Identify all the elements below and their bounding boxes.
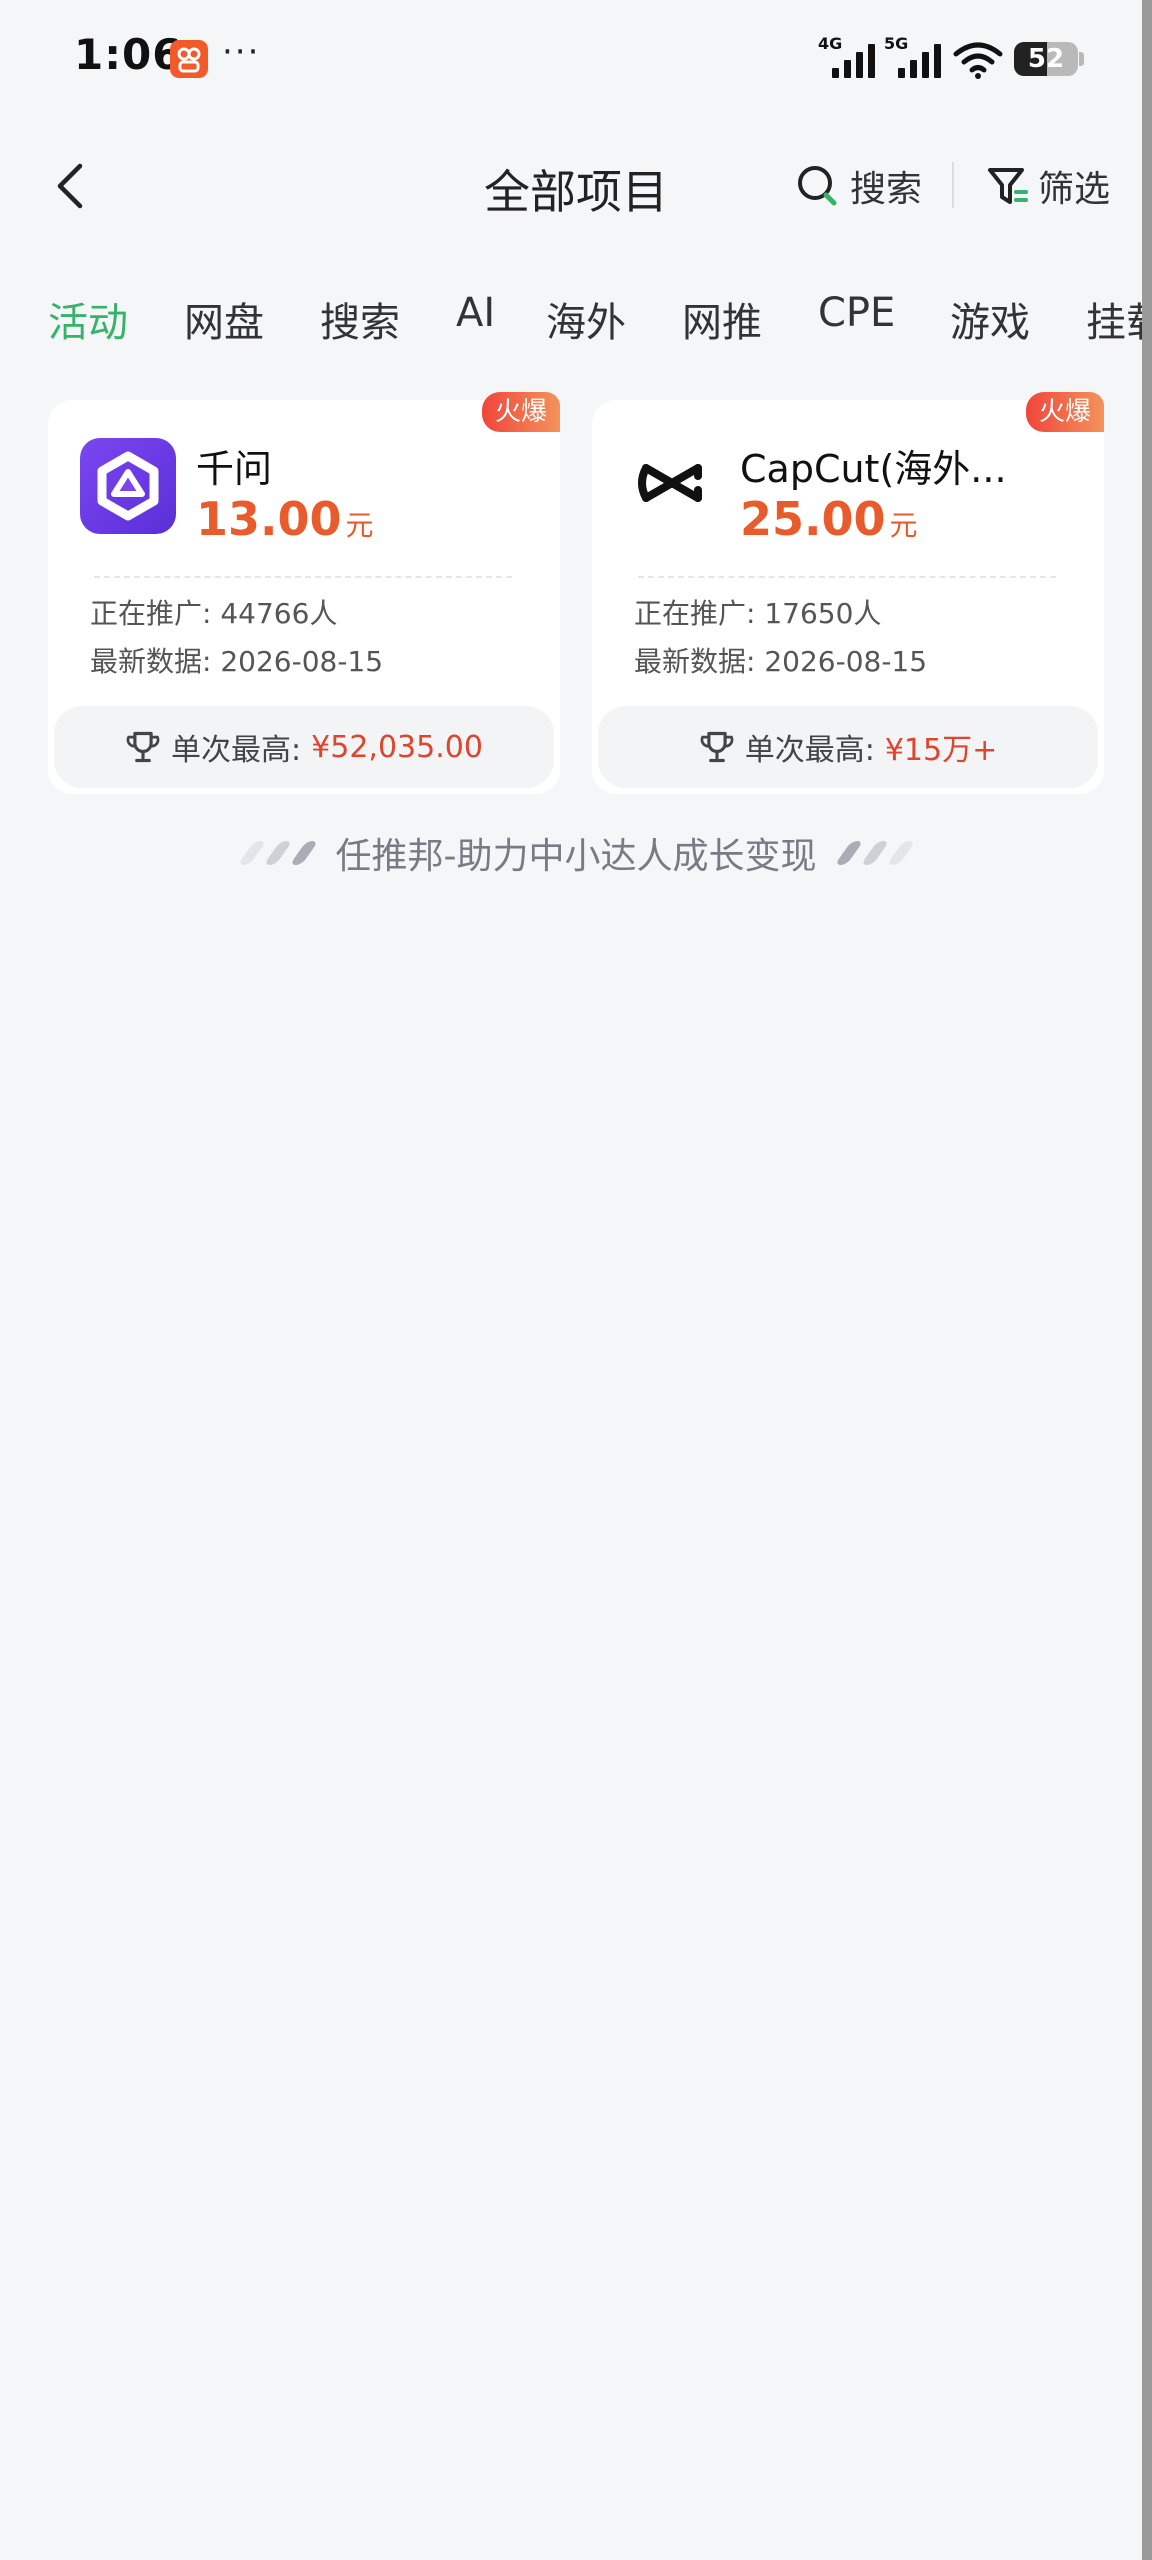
card-divider [638,576,1056,578]
max-earning-label: 单次最高: [171,733,302,768]
decor-slashes-left-icon [237,841,318,865]
card-divider [94,576,512,578]
qianwen-icon [80,438,176,534]
hot-badge: 火爆 [1026,392,1104,432]
capcut-icon [624,438,720,534]
project-price: 13.00 元 [196,492,374,546]
max-earning-label: 单次最高: [744,733,875,768]
signal-5g-icon: 5G [884,34,944,78]
tab-activity[interactable]: 活动 [48,290,128,348]
tagline-text: 任推邦-助力中小达人成长变现 [335,836,817,877]
trophy-icon [700,731,734,763]
signal-4g-icon: 4G [818,34,878,78]
max-earning-value: ¥52,035.00 [311,729,483,765]
project-price: 25.00 元 [740,492,918,546]
status-bar: 1:06 ··· 4G 5G 52 [0,0,1152,116]
project-name: CapCut(海外... [740,447,1007,491]
tab-web-promo[interactable]: 网推 [682,290,762,348]
trophy-icon [126,731,160,763]
price-unit: 元 [345,509,374,542]
tab-games[interactable]: 游戏 [950,290,1030,348]
search-icon [798,166,837,206]
status-time: 1:06 [74,30,183,79]
search-button[interactable]: 搜索 [796,158,922,214]
tab-overseas[interactable]: 海外 [546,290,626,348]
footer-tagline: 任推邦-助力中小达人成长变现 [0,828,1152,878]
latest-data-date: 最新数据: 2026-08-15 [90,645,384,678]
filter-label: 筛选 [1038,169,1111,210]
latest-data-date: 最新数据: 2026-08-15 [634,645,928,678]
max-earning-value: ¥15万+ [884,733,998,768]
tab-ai[interactable]: AI [456,290,495,336]
category-tabs: 活动 网盘 搜索 AI 海外 网推 CPE 游戏 挂载 [0,280,1152,352]
scroll-edge [1142,0,1152,2560]
tab-search[interactable]: 搜索 [320,290,400,348]
project-name: 千问 [196,447,273,491]
decor-slashes-right-icon [834,841,915,865]
page-title: 全部项目 [484,165,668,219]
promoting-count: 正在推广: 44766人 [90,597,338,630]
project-card[interactable]: 火爆 千问 13.00 元 正在推广: 44766人 最新数据: 2026-08-… [48,392,560,794]
notification-app-icon [170,40,208,78]
price-value: 25.00 [740,492,886,546]
more-notifications-icon: ··· [222,32,261,72]
max-earning-bar: 单次最高: ¥15万+ [598,706,1098,788]
filter-icon [988,168,1028,204]
header: 全部项目 搜索 筛选 [0,140,1152,232]
battery-icon: 52 [1014,42,1078,76]
battery-level: 52 [1027,44,1065,74]
project-card[interactable]: 火爆 CapCut(海外... 25.00 元 正在推广: 17650人 最新数据… [592,392,1104,794]
wifi-icon [952,40,1004,80]
search-label: 搜索 [850,169,923,210]
price-unit: 元 [889,509,918,542]
tab-netdisk[interactable]: 网盘 [184,290,264,348]
max-earning-bar: 单次最高: ¥52,035.00 [54,706,554,788]
battery-tip [1079,52,1084,66]
page: 1:06 ··· 4G 5G 52 全部项目 搜索 筛选 活动 网盘 搜索 AI… [0,0,1152,2560]
filter-button[interactable]: 筛选 [986,158,1110,214]
promoting-count: 正在推广: 17650人 [634,597,882,630]
hot-badge: 火爆 [482,392,560,432]
price-value: 13.00 [196,492,342,546]
tab-cpe[interactable]: CPE [818,290,895,336]
header-divider [952,162,954,208]
